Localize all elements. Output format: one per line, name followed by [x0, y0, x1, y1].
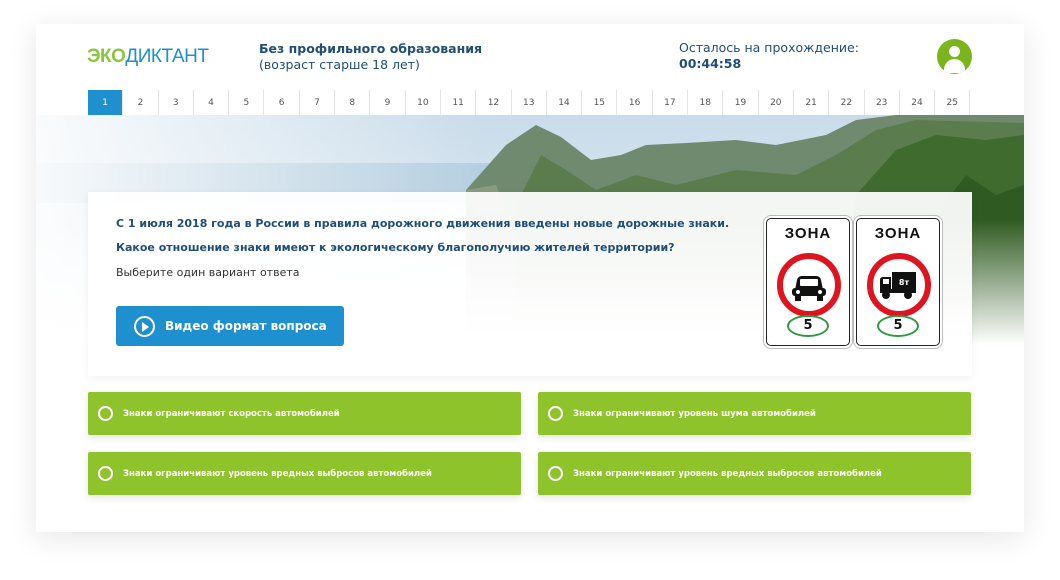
question-number-24[interactable]: 24 [899, 90, 936, 115]
answer-option-4[interactable]: Знаки ограничивают уровень вредных выбро… [538, 452, 971, 495]
radio-icon[interactable] [548, 406, 563, 421]
question-panel: С 1 июля 2018 года в России в правила до… [88, 192, 972, 376]
question-number-10[interactable]: 10 [405, 90, 441, 115]
answer-option-3[interactable]: Знаки ограничивают уровень вредных выбро… [88, 452, 521, 495]
sign-speed: 5 [877, 315, 919, 337]
question-number-3[interactable]: 3 [158, 90, 194, 115]
sign-speed: 5 [787, 315, 829, 337]
video-format-label: Видео формат вопроса [165, 319, 327, 333]
question-number-6[interactable]: 6 [264, 90, 300, 115]
question-number-18[interactable]: 18 [688, 90, 724, 115]
test-card: ЭКОДИКТАНТ Без профильного образования (… [36, 24, 1024, 532]
answer-option-1[interactable]: Знаки ограничивают скорость автомобилей [88, 392, 521, 435]
truck-icon: 8т [867, 253, 931, 317]
question-number-17[interactable]: 17 [652, 90, 689, 115]
question-number-21[interactable]: 21 [793, 90, 830, 115]
question-text-line1: С 1 июля 2018 года в России в правила до… [116, 217, 730, 230]
question-number-23[interactable]: 23 [864, 90, 900, 115]
question-number-2[interactable]: 2 [123, 90, 159, 115]
question-number-9[interactable]: 9 [370, 90, 406, 115]
category-age: (возраст старше 18 лет) [259, 57, 420, 72]
answer-label: Знаки ограничивают уровень вредных выбро… [123, 468, 432, 479]
radio-icon[interactable] [98, 466, 113, 481]
play-icon [134, 315, 155, 337]
answer-hint: Выберите один вариант ответа [116, 266, 300, 279]
question-number-12[interactable]: 12 [476, 90, 512, 115]
category-title: Без профильного образования [259, 41, 483, 56]
zone-sign-car: ЗОНА 5 [766, 218, 850, 346]
question-number-22[interactable]: 22 [829, 90, 865, 115]
answer-option-2[interactable]: Знаки ограничивают уровень шума автомоби… [538, 392, 971, 435]
question-number-13[interactable]: 13 [511, 90, 547, 115]
timer-value: 00:44:58 [679, 56, 742, 71]
question-number-15[interactable]: 15 [582, 90, 618, 115]
question-number-11[interactable]: 11 [440, 90, 477, 115]
question-number-20[interactable]: 20 [758, 90, 794, 115]
question-number-14[interactable]: 14 [546, 90, 583, 115]
answer-label: Знаки ограничивают уровень шума автомоби… [573, 408, 816, 419]
car-icon [777, 253, 841, 317]
video-format-button[interactable]: Видео формат вопроса [116, 306, 344, 346]
timer: Осталось на прохождение: 00:44:58 [679, 40, 859, 72]
timer-label: Осталось на прохождение: [679, 40, 859, 55]
zone-sign-truck: ЗОНА 8т 5 [856, 218, 940, 346]
question-number-8[interactable]: 8 [335, 90, 371, 115]
question-navigation: 1 2 3 4 5 6 7 8 9 10 11 12 13 14 15 16 17 18 19 20 21 22 23 24 2… [88, 90, 971, 115]
category-subtitle: Без профильного образования (возраст ста… [259, 41, 482, 73]
sign-title: ЗОНА [784, 225, 832, 242]
sign-title: ЗОНА [874, 225, 922, 242]
logo[interactable]: ЭКОДИКТАНТ [87, 46, 209, 68]
question-number-7[interactable]: 7 [299, 90, 336, 115]
logo-part-dictant: ДИКТАНТ [125, 46, 209, 67]
question-text-line2: Какое отношение знаки имеют к экологичес… [116, 241, 675, 254]
header: ЭКОДИКТАНТ Без профильного образования (… [36, 24, 1024, 90]
truck-weight-label: 8т [899, 278, 910, 287]
question-number-5[interactable]: 5 [229, 90, 265, 115]
question-number-4[interactable]: 4 [193, 90, 230, 115]
answer-label: Знаки ограничивают скорость автомобилей [123, 408, 340, 419]
logo-part-eco: ЭКО [87, 46, 126, 67]
question-number-16[interactable]: 16 [617, 90, 653, 115]
question-number-19[interactable]: 19 [723, 90, 759, 115]
radio-icon[interactable] [548, 466, 563, 481]
user-icon[interactable] [937, 39, 972, 74]
question-number-1[interactable]: 1 [88, 90, 124, 115]
question-number-25[interactable]: 25 [935, 90, 971, 115]
radio-icon[interactable] [98, 406, 113, 421]
answer-label: Знаки ограничивают уровень вредных выбро… [573, 468, 882, 479]
